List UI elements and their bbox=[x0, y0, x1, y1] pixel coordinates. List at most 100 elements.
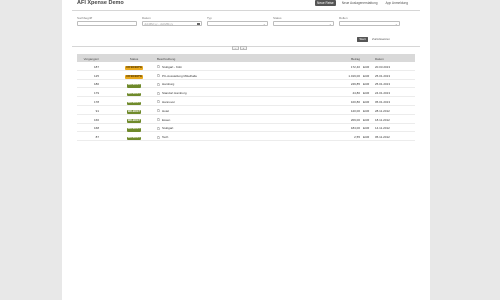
cell-vorgang: 178 bbox=[93, 99, 99, 104]
cell-betrag: 184,00 bbox=[350, 126, 360, 131]
header-status[interactable]: Status bbox=[124, 57, 144, 61]
row-description[interactable]: Stuttgart bbox=[162, 126, 173, 130]
row-description[interactable]: Tech bbox=[162, 135, 168, 139]
cell-status: OFFEN/ENTW bbox=[124, 74, 144, 79]
date-field-group: Datum dd.MM.yy - dd.MM.yy bbox=[142, 16, 202, 26]
cell-datum: 18.11.2012 bbox=[375, 117, 390, 122]
cell-beschreibung: Stuttgart - Köln bbox=[157, 65, 182, 69]
cell-datum: 28.11.2012 bbox=[375, 108, 390, 113]
status-badge: ERLEDIGT bbox=[126, 109, 142, 114]
status-badge: OFFEN/ENTW bbox=[124, 65, 144, 70]
cell-vorgang: 168 bbox=[93, 126, 99, 131]
cell-beschreibung: Tech bbox=[157, 135, 168, 139]
cell-status: OFFEN/ENTW bbox=[124, 65, 144, 70]
row-description[interactable]: Hannover bbox=[162, 100, 175, 104]
cell-vorgang: 125 bbox=[93, 73, 99, 78]
cell-status: ERLEDIGT bbox=[124, 91, 144, 97]
app-header: AFI Xpense Demo Neue Reise Neue Auslagen… bbox=[62, 0, 430, 10]
cell-currency: EUR bbox=[363, 73, 370, 78]
document-icon bbox=[157, 83, 160, 86]
table-row[interactable]: 125 OFFEN/ENTW PC-Ausstellung Mittelhalle 1… bbox=[77, 71, 415, 80]
status-field-group: Status ⌄ bbox=[273, 16, 334, 26]
cell-beschreibung: PC-Ausstellung Mittelhalle bbox=[157, 74, 197, 78]
table-row[interactable]: 166 ERLEDIGT Essen 209,00 EUR 18.11.2012 bbox=[77, 115, 415, 124]
cell-currency: EUR bbox=[363, 126, 370, 131]
document-icon bbox=[157, 118, 160, 121]
document-icon bbox=[157, 91, 160, 95]
cell-currency: EUR bbox=[363, 108, 370, 113]
nav-new-trip-button[interactable]: Neue Reise bbox=[315, 0, 336, 7]
cell-beschreibung: Essen bbox=[157, 118, 170, 122]
table-row[interactable]: 180 ERLEDIGT Hamburg 249,85 EUR 25.01.2013 bbox=[77, 80, 415, 89]
app-title: AFI Xpense Demo bbox=[77, 0, 124, 6]
nav-new-expense-button[interactable]: Neue Auslagenerstattung bbox=[340, 0, 380, 6]
header-divider bbox=[72, 10, 420, 11]
cell-betrag: 172,40 bbox=[350, 64, 360, 69]
table-row[interactable]: 87 ERLEDIGT Tech 2,55 EUR 05.11.2012 bbox=[77, 132, 415, 142]
cell-currency: EUR bbox=[363, 135, 370, 140]
cell-datum: 25.01.2013 bbox=[375, 82, 391, 87]
cell-currency: EUR bbox=[363, 117, 370, 122]
cell-vorgang: 179 bbox=[93, 91, 99, 96]
row-description[interactable]: Hotel bbox=[162, 109, 169, 113]
chevron-down-icon: ⌄ bbox=[262, 22, 266, 26]
document-icon bbox=[157, 127, 160, 130]
document-icon bbox=[157, 109, 160, 113]
status-badge: ERLEDIGT bbox=[126, 136, 142, 141]
row-description[interactable]: Essen bbox=[162, 118, 170, 122]
status-badge: ERLEDIGT bbox=[126, 83, 142, 88]
table-row[interactable]: 168 ERLEDIGT Stuttgart 184,00 EUR 14.11.2012 bbox=[77, 124, 415, 133]
cell-datum: 25.01.2013 bbox=[375, 73, 391, 78]
header-datum[interactable]: Datum bbox=[375, 57, 384, 61]
search-input[interactable] bbox=[77, 21, 137, 26]
table-row[interactable]: 179 ERLEDIGT Standort Hamburg 44,80 EUR 24.01… bbox=[77, 88, 415, 98]
chevron-down-icon: ⌄ bbox=[328, 22, 332, 26]
document-icon bbox=[157, 74, 160, 77]
type-select[interactable]: ⌄ bbox=[207, 21, 268, 26]
start-button[interactable]: Start bbox=[357, 36, 368, 42]
cell-beschreibung: Hannover bbox=[157, 100, 175, 104]
cell-betrag: 44,80 bbox=[352, 91, 360, 96]
filter-panel: Suchbegriff Datum dd.MM.yy - dd.MM.yy Ty… bbox=[77, 16, 415, 36]
header-vorgang[interactable]: Vorgangsnr bbox=[77, 57, 99, 61]
cell-status: ERLEDIGT bbox=[124, 126, 144, 132]
cell-betrag: 100,80 bbox=[350, 99, 360, 104]
cell-betrag: 120,00 bbox=[350, 108, 360, 113]
row-description[interactable]: PC-Ausstellung Mittelhalle bbox=[162, 74, 197, 78]
cell-beschreibung: Stuttgart bbox=[157, 126, 173, 130]
cell-datum: 05.01.2013 bbox=[375, 99, 391, 104]
expand-filters-button[interactable]: + bbox=[240, 46, 247, 50]
cell-vorgang: 180 bbox=[93, 82, 99, 87]
filter-toggle-bar: − + bbox=[232, 46, 247, 50]
calendar-icon[interactable] bbox=[197, 22, 200, 26]
row-description[interactable]: Stuttgart - Köln bbox=[162, 65, 182, 69]
cell-beschreibung: Standort Hamburg bbox=[157, 91, 187, 95]
nav-app-login-button[interactable]: App Anmeldung bbox=[383, 0, 410, 6]
document-icon bbox=[157, 135, 160, 139]
document-icon bbox=[157, 65, 160, 69]
roles-field-group: Rollen ⌄ bbox=[339, 16, 400, 26]
status-badge: OFFEN/ENTW bbox=[124, 74, 144, 79]
date-range-input[interactable]: dd.MM.yy - dd.MM.yy bbox=[142, 21, 202, 26]
reset-button[interactable]: Zurücksetzen bbox=[372, 37, 390, 42]
table-row[interactable]: 187 OFFEN/ENTW Stuttgart - Köln 172,40 EUR 20… bbox=[77, 62, 415, 71]
header-betrag[interactable]: Betrag bbox=[340, 57, 360, 61]
cell-vorgang: 166 bbox=[93, 117, 99, 122]
table-row[interactable]: 178 ERLEDIGT Hannover 100,80 EUR 05.01.2013 bbox=[77, 97, 415, 106]
chevron-down-icon: ⌄ bbox=[394, 22, 398, 26]
type-field-group: Typ ⌄ bbox=[207, 16, 268, 26]
status-badge: ERLEDIGT bbox=[126, 118, 142, 123]
row-description[interactable]: Hamburg bbox=[162, 82, 174, 86]
cell-beschreibung: Hamburg bbox=[157, 82, 174, 86]
status-badge: ERLEDIGT bbox=[126, 127, 142, 132]
cell-datum: 05.11.2012 bbox=[375, 135, 390, 140]
collapse-filters-button[interactable]: − bbox=[232, 46, 239, 50]
table-header: Vorgangsnr Status Beschreibung Betrag Da… bbox=[77, 54, 415, 62]
cell-datum: 24.01.2013 bbox=[375, 91, 391, 96]
roles-select[interactable]: ⌄ bbox=[339, 21, 400, 26]
table-row[interactable]: 91 ERLEDIGT Hotel 120,00 EUR 28.11.2012 bbox=[77, 106, 415, 115]
cell-status: ERLEDIGT bbox=[124, 100, 144, 106]
row-description[interactable]: Standort Hamburg bbox=[162, 91, 187, 95]
header-beschreibung[interactable]: Beschreibung bbox=[157, 57, 175, 61]
status-select[interactable]: ⌄ bbox=[273, 21, 334, 26]
